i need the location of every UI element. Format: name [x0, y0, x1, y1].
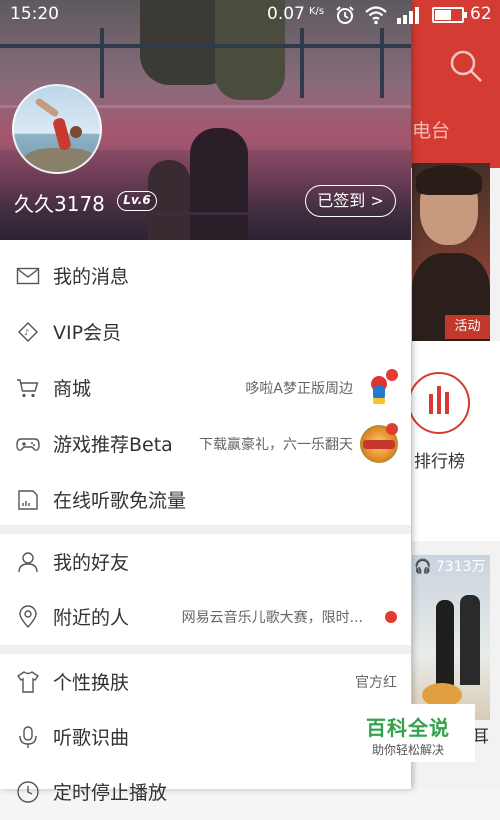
menu-item-label: VIP会员 [53, 322, 122, 344]
clock-icon [17, 781, 39, 803]
background-shortcut-strip [412, 341, 500, 541]
menu-item-label: 商城 [53, 378, 92, 400]
status-bar: 15:20 0.07 K/s 62 [0, 0, 500, 30]
gamepad-icon [16, 438, 40, 451]
background-play-count: 🎧 7313万 [414, 559, 486, 575]
section-divider [0, 525, 411, 534]
menu-item-free-data[interactable]: 在线听歌免流量 [0, 472, 411, 528]
network-speed: 0.07 [267, 4, 305, 24]
level-badge[interactable]: Lv.6 [117, 191, 157, 211]
network-speed-unit: K/s [309, 6, 325, 17]
avatar[interactable] [12, 84, 102, 174]
menu-item-label: 我的消息 [53, 266, 130, 288]
svg-text:♪: ♪ [24, 328, 29, 337]
section-divider [0, 645, 411, 654]
menu-item-label: 在线听歌免流量 [53, 490, 187, 512]
menu-item-label: 定时停止播放 [53, 782, 168, 804]
menu-item-label: 附近的人 [53, 607, 130, 629]
background-rank-label[interactable]: 排行榜 [414, 447, 465, 472]
username[interactable]: 久久3178 [14, 188, 105, 217]
menu-item-vip[interactable]: ♪ VIP会员 [0, 304, 411, 360]
battery-icon [432, 7, 467, 23]
drawer-profile-header[interactable]: 久久3178 Lv.6 已签到 > [0, 0, 411, 240]
menu-item-label: 个性换肤 [53, 672, 130, 694]
background-tab-radio[interactable]: 电台 [412, 116, 450, 143]
cart-icon [17, 379, 39, 398]
menu-item-nearby[interactable]: 附近的人 网易云音乐儿歌大赛，限时... [0, 589, 411, 645]
tshirt-icon [16, 671, 40, 693]
menu-item-label: 游戏推荐Beta [53, 434, 173, 456]
menu-item-games[interactable]: 游戏推荐Beta 下载赢豪礼，六一乐翻天 [0, 416, 411, 472]
menu-item-label: 我的好友 [53, 552, 130, 574]
menu-item-hint: 哆啦A梦正版周边 [245, 381, 353, 397]
watermark-subtitle: 助你轻松解决 [372, 743, 445, 757]
menu-item-skin[interactable]: 个性换肤 官方红 [0, 654, 411, 710]
menu-item-sleep-timer[interactable]: 定时停止播放 [0, 764, 411, 820]
menu-item-label: 听歌识曲 [53, 727, 130, 749]
navigation-drawer: 久久3178 Lv.6 已签到 > 我的消息 ♪ VIP会员 商城 哆啦A梦正版… [0, 0, 411, 804]
menu-item-hint: 官方红 [355, 675, 397, 691]
background-banner-badge: 活动 [445, 315, 490, 339]
menu-item-shop[interactable]: 商城 哆啦A梦正版周边 [0, 360, 411, 416]
watermark-title: 百科全说 [366, 716, 450, 740]
new-badge-dot [385, 611, 397, 623]
status-time: 15:20 [10, 4, 59, 24]
new-badge-dot [386, 369, 398, 381]
location-pin-icon [19, 605, 37, 629]
mail-icon [16, 267, 40, 285]
menu-item-hint: 下载赢豪礼，六一乐翻天 [199, 437, 353, 453]
menu-item-friends[interactable]: 我的好友 [0, 534, 411, 590]
wifi-icon [365, 6, 387, 25]
microphone-icon [19, 726, 37, 748]
menu-item-song-recognition[interactable]: 听歌识曲 [0, 709, 411, 765]
cell-signal-icon [397, 7, 419, 24]
background-playlist-cover[interactable] [412, 555, 490, 720]
menu-item-hint: 网易云音乐儿歌大赛，限时... [181, 610, 363, 626]
battery-percent: 62 [470, 4, 492, 24]
new-badge-dot [386, 423, 398, 435]
ranking-chart-icon[interactable] [408, 372, 470, 434]
sim-card-icon [18, 490, 38, 510]
site-watermark: 百科全说 助你轻松解决 [355, 704, 475, 762]
menu-item-messages[interactable]: 我的消息 [0, 248, 411, 304]
person-icon [18, 552, 38, 573]
search-icon[interactable] [448, 48, 484, 84]
alarm-icon [336, 6, 354, 24]
signin-button[interactable]: 已签到 > [305, 185, 396, 217]
vip-diamond-icon: ♪ [18, 322, 38, 342]
